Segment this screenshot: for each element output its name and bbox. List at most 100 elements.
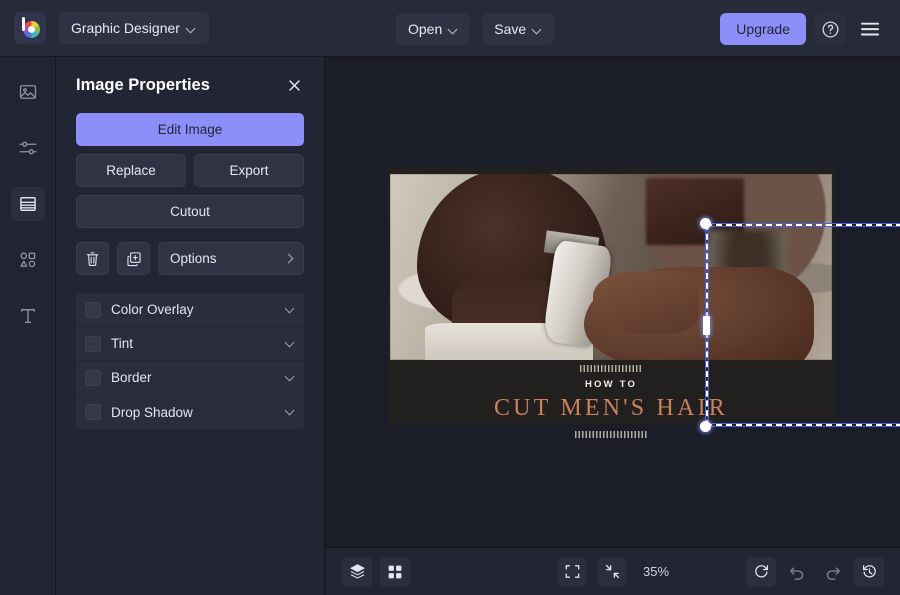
fit-screen-button[interactable] <box>556 556 587 587</box>
shapes-icon <box>19 252 35 268</box>
chevron-down-icon <box>284 405 295 416</box>
effect-label: Color Overlay <box>111 302 194 317</box>
trash-icon <box>86 251 99 266</box>
undo-icon <box>789 566 804 580</box>
sidebar-item-image[interactable] <box>11 75 45 109</box>
resize-handle-top-left[interactable] <box>700 218 711 229</box>
app-window: Graphic Designer Open Save Upgrade Image… <box>0 0 900 595</box>
open-button-label: Open <box>408 21 443 37</box>
photo-fingers <box>593 270 700 334</box>
text-icon <box>20 309 35 323</box>
duplicate-icon <box>126 251 141 266</box>
tool-rail <box>0 57 56 595</box>
image-icon <box>19 85 36 99</box>
main-body: Image Properties Edit Image Replace Expo… <box>0 57 900 595</box>
question-circle-icon <box>821 20 839 38</box>
replace-export-row: Replace Export <box>76 154 304 187</box>
edit-image-button[interactable]: Edit Image <box>76 113 304 146</box>
effect-row-color-overlay[interactable]: Color Overlay <box>76 293 304 327</box>
open-button[interactable]: Open <box>396 13 471 45</box>
account-actions: Upgrade <box>720 13 886 45</box>
file-actions: Open Save <box>396 13 555 45</box>
layers-button[interactable] <box>342 556 372 587</box>
bottom-toolbar: 35% <box>326 547 900 595</box>
bottom-left-group <box>342 556 410 587</box>
effect-label: Tint <box>111 336 134 351</box>
mode-selector[interactable]: Graphic Designer <box>58 12 209 44</box>
effect-label: Drop Shadow <box>111 404 193 420</box>
sidebar-item-text[interactable] <box>11 299 45 333</box>
zoom-level: 35% <box>642 564 670 579</box>
duplicate-button[interactable] <box>117 242 150 275</box>
redo-icon <box>826 566 841 580</box>
close-icon <box>288 79 300 91</box>
sidebar-item-shapes[interactable] <box>11 243 45 277</box>
image-properties-panel: Image Properties Edit Image Replace Expo… <box>56 57 325 595</box>
shrink-button[interactable] <box>596 556 627 587</box>
layers-icon <box>349 564 365 579</box>
options-label: Options <box>170 251 217 266</box>
effect-label: Border <box>111 370 152 385</box>
edit-image-label: Edit Image <box>157 122 223 137</box>
cutout-button[interactable]: Cutout <box>76 195 304 228</box>
reset-rotate-icon <box>754 565 768 578</box>
save-button[interactable]: Save <box>482 13 555 45</box>
history-controls <box>746 556 884 587</box>
befunky-logo-icon[interactable] <box>14 12 46 44</box>
sliders-icon <box>18 141 37 155</box>
ornament-divider-top <box>580 365 642 372</box>
replace-label: Replace <box>106 163 156 178</box>
logo-stem <box>22 17 25 31</box>
ornament-divider-bottom <box>575 431 647 438</box>
chevron-right-icon <box>283 253 294 264</box>
resize-handle-bottom-left[interactable] <box>700 421 711 432</box>
page-title: Image Properties <box>76 75 210 94</box>
selection-overlay[interactable] <box>700 218 900 432</box>
options-button[interactable]: Options <box>158 242 304 275</box>
effects-list: Color Overlay Tint Border Drop Shadow <box>76 293 304 429</box>
zoom-to-fit-icon <box>605 564 619 579</box>
resize-handle-middle-left[interactable] <box>702 315 710 335</box>
logo-color-wheel <box>23 21 40 38</box>
chevron-down-icon <box>284 303 295 313</box>
sidebar-item-adjust[interactable] <box>11 131 45 165</box>
undo-button[interactable] <box>782 557 812 587</box>
grid-icon <box>388 565 402 578</box>
effect-checkbox[interactable] <box>85 404 101 420</box>
upgrade-button[interactable]: Upgrade <box>720 13 806 45</box>
panel-header: Image Properties <box>76 75 304 95</box>
close-panel-button[interactable] <box>284 75 304 95</box>
effect-checkbox[interactable] <box>85 369 101 386</box>
cutout-label: Cutout <box>170 204 210 219</box>
chevron-down-icon <box>284 371 295 381</box>
canvas-area[interactable]: HOW TO CUT MEN'S HAIR <box>325 57 900 595</box>
effect-row-border[interactable]: Border <box>76 361 304 395</box>
effect-checkbox[interactable] <box>85 335 101 352</box>
top-toolbar: Graphic Designer Open Save Upgrade <box>0 0 900 57</box>
redo-button[interactable] <box>818 557 848 587</box>
chevron-down-icon <box>284 337 295 347</box>
effect-checkbox[interactable] <box>85 301 101 318</box>
layout-icon <box>19 197 36 211</box>
zoom-controls: 35% <box>556 556 670 587</box>
fit-screen-icon <box>565 565 579 578</box>
export-label: Export <box>229 163 269 178</box>
effect-row-drop-shadow[interactable]: Drop Shadow <box>76 395 304 429</box>
chevron-down-icon <box>187 24 196 33</box>
hamburger-menu-icon <box>861 22 879 36</box>
sidebar-item-layout[interactable] <box>10 187 45 221</box>
delete-button[interactable] <box>76 242 109 275</box>
export-button[interactable]: Export <box>194 154 304 187</box>
reset-button[interactable] <box>746 556 776 587</box>
replace-button[interactable]: Replace <box>76 154 186 187</box>
history-button[interactable] <box>854 556 884 587</box>
save-button-label: Save <box>494 21 527 37</box>
chevron-down-icon <box>449 25 458 34</box>
menu-button[interactable] <box>854 13 886 45</box>
mode-selector-label: Graphic Designer <box>71 20 180 36</box>
history-icon <box>862 565 876 578</box>
help-button[interactable] <box>814 13 846 45</box>
chevron-down-icon <box>533 25 542 34</box>
grid-button[interactable] <box>380 556 410 587</box>
effect-row-tint[interactable]: Tint <box>76 327 304 361</box>
